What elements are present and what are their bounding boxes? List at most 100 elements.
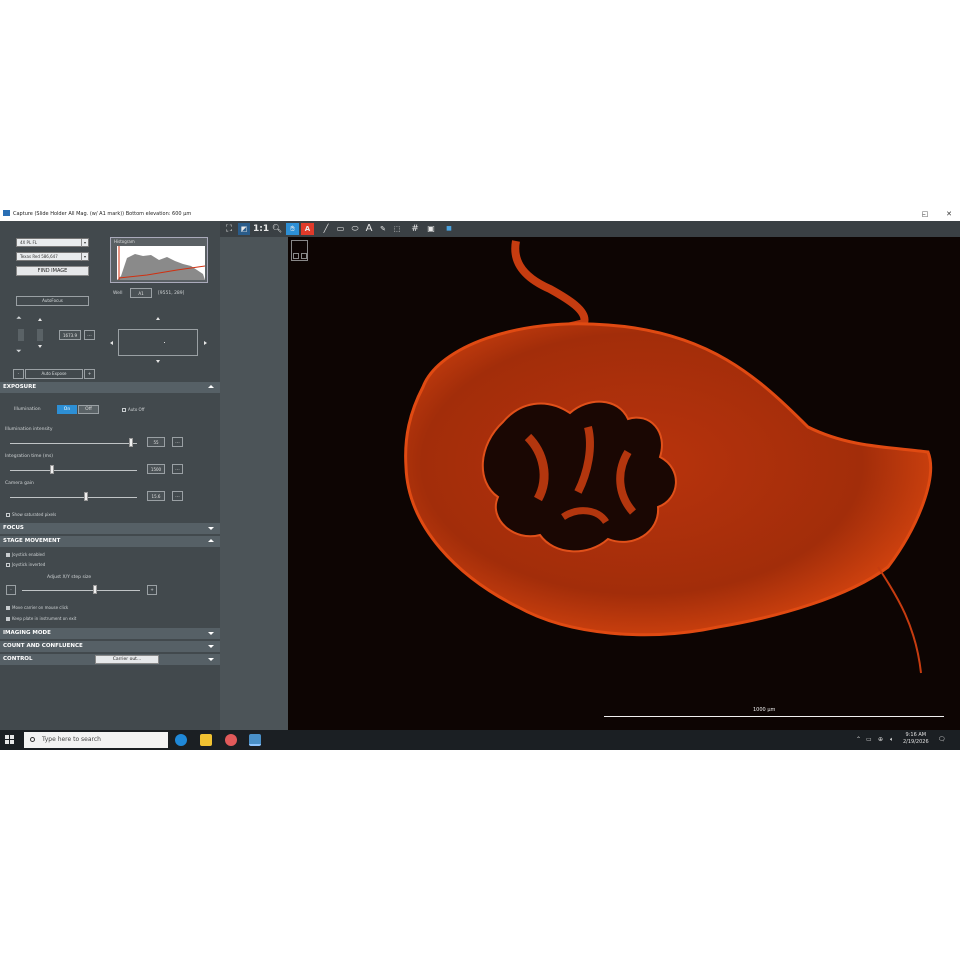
tray-device-icon[interactable]: ▭ <box>866 736 872 743</box>
checkbox-checked-icon <box>6 606 10 610</box>
joystick-inverted-checkbox[interactable]: Joystick inverted <box>6 562 45 567</box>
gain-field[interactable]: 15.6 <box>147 491 165 501</box>
focus-position-field[interactable]: 1673.9 <box>59 330 81 340</box>
intensity-slider-thumb[interactable] <box>128 438 133 447</box>
windows-start-icon[interactable] <box>5 735 15 745</box>
auto-expose-plus-button[interactable]: + <box>84 369 95 379</box>
illumination-on-button[interactable]: On <box>57 405 77 414</box>
magnifier-icon[interactable]: 🔍︎ <box>271 223 283 235</box>
step-size-slider-thumb[interactable] <box>93 585 98 594</box>
edge-browser-icon[interactable] <box>175 734 187 746</box>
stage-down-icon[interactable] <box>156 360 160 363</box>
focus-down-icon[interactable] <box>38 345 42 348</box>
histogram-panel: Histogram <box>110 237 208 283</box>
notifications-icon[interactable]: 🗨︎ <box>938 736 946 743</box>
capture-app-taskbar-icon[interactable] <box>249 734 261 746</box>
keep-plate-checkbox[interactable]: Keep plate in instrument on exit <box>6 616 76 621</box>
gain-options-button[interactable]: ... <box>172 491 183 501</box>
clock-time: 9:16 AM <box>905 732 927 738</box>
intensity-label: Illumination intensity <box>5 427 53 432</box>
label-tool-icon[interactable]: ⬚ <box>391 223 403 235</box>
checkbox-checked-icon <box>6 617 10 621</box>
focus-up-icon[interactable] <box>38 318 42 321</box>
grid-icon[interactable]: # <box>408 223 422 235</box>
stage-right-icon[interactable] <box>204 341 207 345</box>
focus-options-button[interactable]: ... <box>84 330 95 340</box>
control-header-label: CONTROL <box>3 656 33 662</box>
volume-icon[interactable]: 🔈︎ <box>890 736 894 744</box>
file-explorer-icon[interactable] <box>200 734 212 746</box>
auto-off-label: Auto Off <box>128 407 145 412</box>
imaging-mode-section-header[interactable]: IMAGING MODE <box>0 628 220 639</box>
maximize-button[interactable]: □ <box>916 208 934 221</box>
windows-taskbar: Type here to search ⌃ ▭ ⊕ 🔈︎ 9:16 AM 2/1… <box>0 730 960 750</box>
show-saturated-checkbox[interactable]: Show saturated pixels <box>6 512 56 517</box>
joystick-inverted-label: Joystick inverted <box>12 562 46 567</box>
well-field[interactable]: A1 <box>130 288 152 298</box>
step-size-label: Adjust X/Y step size <box>47 575 92 580</box>
focus-down-fast-icon[interactable]: ⏷ <box>16 347 22 356</box>
annotation-icon[interactable]: A <box>301 223 314 235</box>
step-size-slider[interactable] <box>22 590 140 591</box>
intensity-field[interactable]: 55 <box>147 437 165 447</box>
color-icon[interactable]: ■ <box>445 223 453 235</box>
tray-overflow-icon[interactable]: ⌃ <box>856 736 861 743</box>
integration-options-button[interactable]: ... <box>172 464 183 474</box>
tissue-image <box>404 240 933 674</box>
show-saturated-label: Show saturated pixels <box>12 512 57 517</box>
line-tool-icon[interactable]: ╱ <box>319 223 333 235</box>
step-plus-button[interactable]: + <box>147 585 157 595</box>
count-confluence-section-header[interactable]: COUNT AND CONFLUENCE <box>0 641 220 652</box>
tissue-right-strand <box>877 566 922 674</box>
rectangle-tool-icon[interactable]: ▭ <box>334 223 347 235</box>
gain-slider-thumb[interactable] <box>84 492 89 501</box>
exposure-section-header[interactable]: EXPOSURE <box>0 382 220 393</box>
close-button[interactable]: ✕ <box>940 208 958 221</box>
pan-hand-icon[interactable]: ✋︎ <box>286 223 299 235</box>
fit-to-window-icon[interactable]: ⛶ <box>223 223 235 235</box>
zoom-region-icon[interactable]: ◩ <box>238 223 250 235</box>
integration-field[interactable]: 1500 <box>147 464 165 474</box>
title-bar: Capture (Slide Holder All Mag. (w/ A1 ma… <box>0 208 960 221</box>
text-tool-icon[interactable]: A <box>363 223 375 235</box>
stage-navigator[interactable] <box>118 329 198 356</box>
chevron-up-icon <box>208 539 214 542</box>
taskbar-clock[interactable]: 9:16 AM 2/19/2026 <box>903 732 929 746</box>
step-minus-button[interactable]: - <box>6 585 16 595</box>
intensity-options-button[interactable]: ... <box>172 437 183 447</box>
network-icon[interactable]: ⊕ <box>878 736 883 743</box>
capture-app-window: Capture (Slide Holder All Mag. (w/ A1 ma… <box>0 208 960 750</box>
overlay-icon[interactable]: ▣ <box>425 223 437 235</box>
gain-slider[interactable] <box>10 497 137 498</box>
zoom-one-to-one-button[interactable]: 1:1 <box>253 223 269 235</box>
stage-section-header[interactable]: STAGE MOVEMENT <box>0 536 220 547</box>
focus-up-fast-icon[interactable]: ⏶ <box>16 314 22 323</box>
joystick-enabled-checkbox[interactable]: Joystick enabled <box>6 552 45 557</box>
image-toolbar: ⛶ ◩ 1:1 🔍︎ ✋︎ A ╱ ▭ ⬭ A ✎ ⬚ # ▣ ■ <box>220 221 960 237</box>
focus-section-header[interactable]: FOCUS <box>0 523 220 534</box>
histogram-plot <box>117 246 206 280</box>
intensity-slider[interactable] <box>10 443 137 444</box>
ellipse-tool-icon[interactable]: ⬭ <box>348 223 362 235</box>
autofocus-button[interactable]: AutoFocus <box>16 296 89 306</box>
objective-select[interactable]: 4X PL FL ▾ <box>16 238 89 247</box>
auto-expose-button[interactable]: Auto Expose <box>25 369 83 379</box>
move-carrier-checkbox[interactable]: Move carrier on mouse click <box>6 605 68 610</box>
measure-tool-icon[interactable]: ✎ <box>377 223 389 235</box>
illumination-off-button[interactable]: Off <box>78 405 99 414</box>
app-pinned-icon[interactable] <box>225 734 237 746</box>
integration-slider-thumb[interactable] <box>49 465 54 474</box>
image-viewer[interactable]: 1000 µm <box>288 237 960 730</box>
app-icon <box>3 210 10 216</box>
chevron-down-icon <box>208 645 214 648</box>
find-image-button[interactable]: FIND IMAGE <box>16 266 89 276</box>
auto-expose-minus-button[interactable]: - <box>13 369 24 379</box>
stage-up-icon[interactable] <box>156 317 160 320</box>
carrier-out-button[interactable]: Carrier out... <box>95 655 159 664</box>
stage-left-icon[interactable] <box>110 341 113 345</box>
focus-slider-left <box>18 329 24 341</box>
taskbar-search-input[interactable]: Type here to search <box>24 732 168 748</box>
auto-off-checkbox[interactable]: Auto Off <box>122 407 144 412</box>
integration-slider[interactable] <box>10 470 137 471</box>
channel-select[interactable]: Texas Red 586,647 ▾ <box>16 252 89 261</box>
